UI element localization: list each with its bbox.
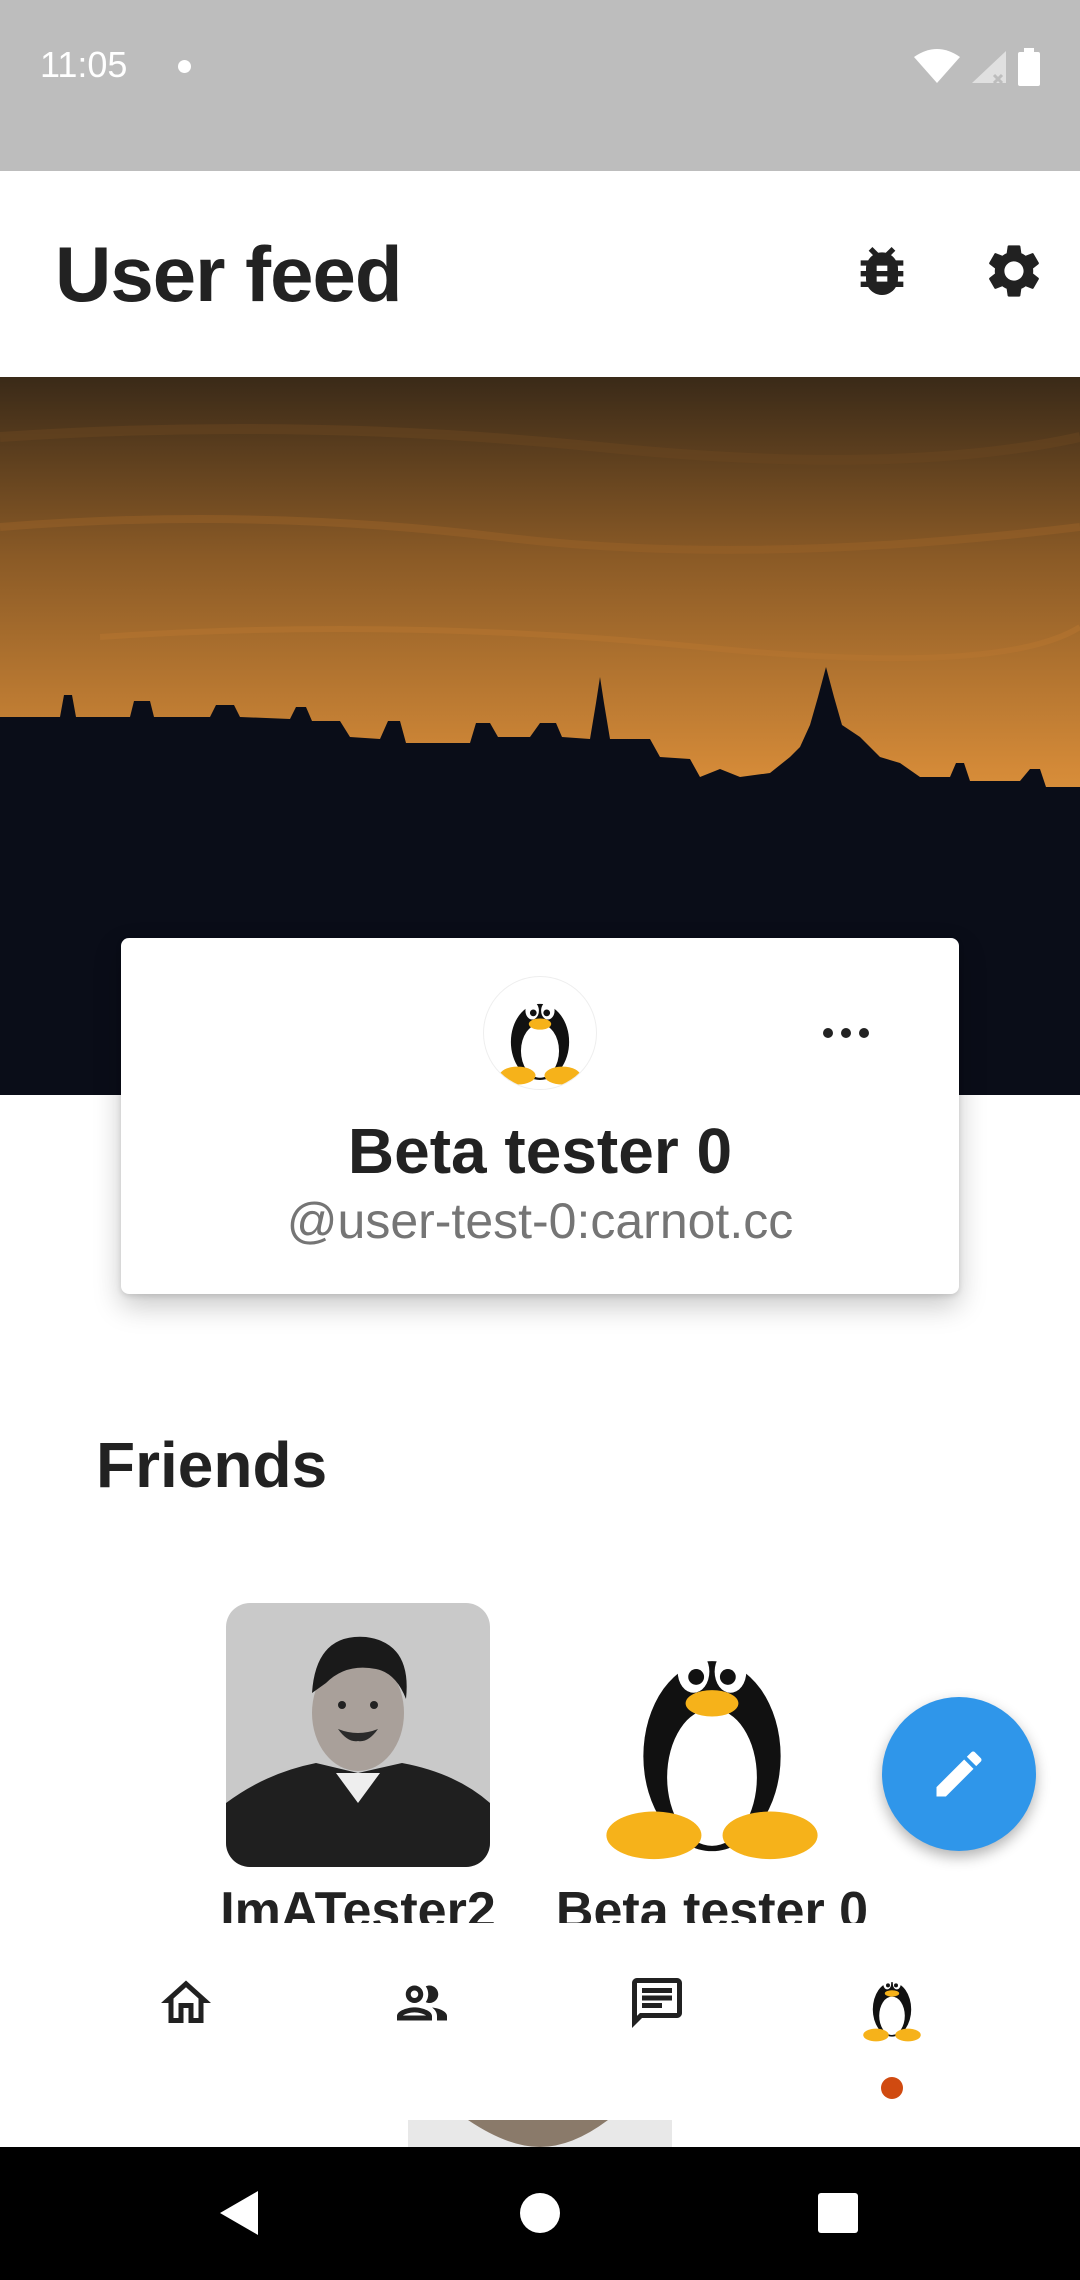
active-tab-indicator — [881, 2077, 903, 2099]
recents-icon[interactable] — [818, 2193, 858, 2233]
friend-avatar — [226, 1603, 490, 1867]
page-title: User feed — [55, 230, 402, 318]
compose-button[interactable] — [882, 1697, 1036, 1851]
profile-card: Beta tester 0 @user-test-0:carnot.cc — [121, 938, 959, 1294]
nav-home[interactable] — [146, 1963, 226, 2043]
home-circle-icon[interactable] — [519, 2192, 561, 2234]
friend-name: ImATester2 — [220, 1882, 496, 1923]
profile-avatar-icon — [863, 1978, 921, 2042]
app-bar: User feed — [0, 171, 1080, 377]
battery-icon — [1018, 48, 1040, 86]
friend-avatar — [580, 1603, 844, 1867]
profile-handle: @user-test-0:carnot.cc — [286, 1193, 794, 1249]
profile-avatar[interactable] — [483, 976, 597, 1090]
people-icon — [397, 1985, 447, 2021]
wifi-icon — [914, 49, 960, 83]
chat-icon — [632, 1978, 682, 2028]
friend-name: Beta tester 0 — [555, 1882, 869, 1923]
partial-image — [408, 2120, 672, 2147]
back-icon[interactable] — [218, 2189, 260, 2237]
bottom-navigation — [0, 1923, 1080, 2147]
bug-icon[interactable] — [850, 239, 914, 303]
status-time: 11:05 — [40, 44, 128, 85]
signal-icon — [972, 51, 1006, 85]
pencil-icon — [936, 1751, 982, 1797]
gear-icon[interactable] — [982, 239, 1046, 303]
status-bar: 11:05 — [0, 0, 1080, 171]
system-navigation-bar — [0, 2147, 1080, 2280]
friends-heading: Friends — [96, 1429, 328, 1501]
nav-friends[interactable] — [382, 1963, 462, 2043]
nav-messages[interactable] — [617, 1963, 697, 2043]
nav-profile[interactable] — [852, 1963, 932, 2043]
notification-dot-icon — [178, 60, 191, 73]
profile-name: Beta tester 0 — [347, 1115, 733, 1187]
home-icon — [161, 1980, 211, 2023]
more-horizontal-icon[interactable] — [821, 1026, 871, 1040]
status-icons — [914, 48, 1040, 86]
